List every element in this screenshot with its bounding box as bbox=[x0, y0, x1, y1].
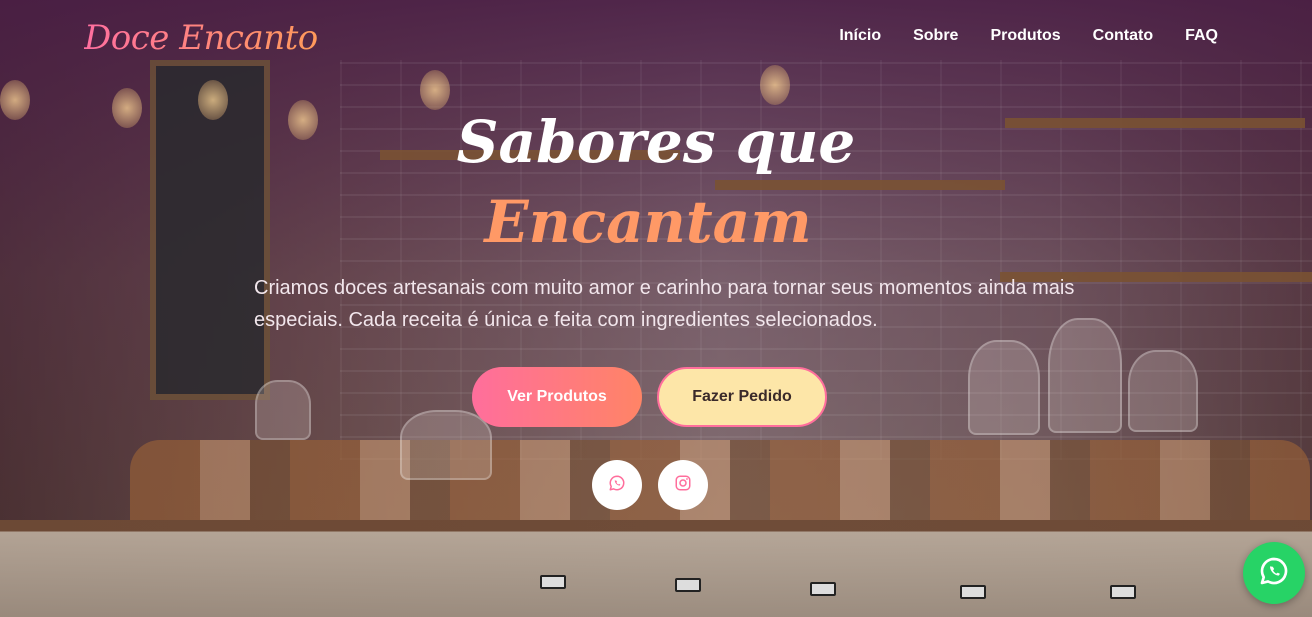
nav-item-produtos[interactable]: Produtos bbox=[990, 27, 1060, 45]
nav-item-sobre[interactable]: Sobre bbox=[913, 27, 958, 45]
background-cake-dome bbox=[400, 410, 492, 480]
background-jar bbox=[968, 340, 1040, 435]
instagram-social-button[interactable] bbox=[658, 460, 708, 510]
background-drawer-handle bbox=[960, 585, 986, 599]
hero-title-line1: Sabores que bbox=[456, 108, 856, 176]
brand-logo[interactable]: Doce Encanto bbox=[84, 18, 318, 58]
background-lamp bbox=[420, 70, 450, 110]
whatsapp-social-button[interactable] bbox=[592, 460, 642, 510]
nav-item-contato[interactable]: Contato bbox=[1093, 27, 1153, 45]
background-jar bbox=[255, 380, 311, 440]
background-drawer-handle bbox=[675, 578, 701, 592]
ver-produtos-button[interactable]: Ver Produtos bbox=[472, 367, 642, 427]
hero-description: Criamos doces artesanais com muito amor … bbox=[254, 277, 1075, 331]
nav-menu: Início Sobre Produtos Contato FAQ bbox=[839, 27, 1218, 45]
whatsapp-icon bbox=[1258, 555, 1290, 591]
background-drawer-handle bbox=[810, 582, 836, 596]
nav-item-faq[interactable]: FAQ bbox=[1185, 27, 1218, 45]
navbar: Doce Encanto Início Sobre Produtos Conta… bbox=[0, 0, 1312, 76]
instagram-icon bbox=[674, 474, 692, 496]
fazer-pedido-button[interactable]: Fazer Pedido bbox=[657, 367, 827, 427]
hero-section: Doce Encanto Início Sobre Produtos Conta… bbox=[0, 0, 1312, 617]
nav-item-inicio[interactable]: Início bbox=[839, 27, 881, 45]
background-drawer-handle bbox=[1110, 585, 1136, 599]
background-drawer-handle bbox=[540, 575, 566, 589]
background-counter bbox=[0, 520, 1312, 617]
background-jar bbox=[1128, 350, 1198, 432]
background-pastry-display bbox=[130, 440, 1310, 520]
whatsapp-icon bbox=[608, 474, 626, 496]
floating-whatsapp-button[interactable] bbox=[1243, 542, 1305, 604]
hero-title-line2: Encantam bbox=[484, 188, 812, 256]
